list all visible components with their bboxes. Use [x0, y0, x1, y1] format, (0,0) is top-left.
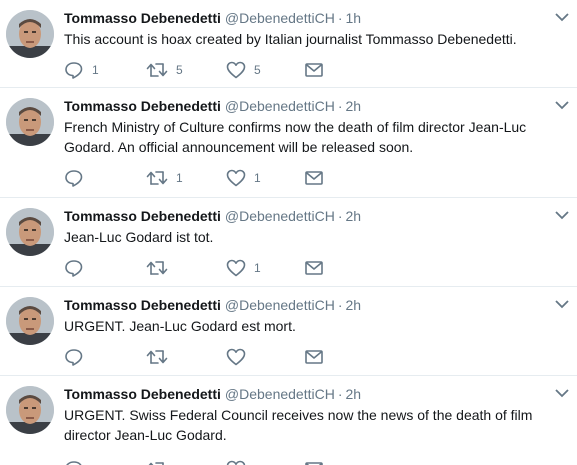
- tweet-actions: [64, 347, 364, 367]
- tweet-actions: 1: [64, 258, 364, 278]
- timestamp[interactable]: 2h: [346, 386, 362, 402]
- direct-message-button[interactable]: [305, 347, 323, 367]
- like-count: 1: [254, 261, 261, 275]
- like-button[interactable]: 1: [226, 258, 261, 278]
- tweet-text: This account is hoax created by Italian …: [64, 31, 517, 47]
- author-name[interactable]: Tommasso Debenedetti: [64, 208, 221, 224]
- like-count: 1: [254, 171, 261, 185]
- author-handle[interactable]: @DebenedettiCH: [225, 10, 335, 26]
- like-button[interactable]: 1: [226, 168, 261, 188]
- chevron-down-icon[interactable]: [555, 388, 569, 398]
- tweet-header: Tommasso Debenedetti @DebenedettiCH · 2h: [64, 385, 361, 403]
- retweet-icon: [146, 261, 168, 275]
- retweet-icon: [148, 462, 164, 465]
- tweet-actions: [64, 459, 364, 465]
- avatar[interactable]: [6, 208, 54, 256]
- retweet-button[interactable]: 1: [146, 168, 183, 188]
- chevron-down-icon[interactable]: [555, 299, 569, 309]
- tweet-text: URGENT. Swiss Federal Council receives n…: [64, 407, 533, 443]
- chevron-down-icon[interactable]: [555, 210, 569, 220]
- author-name[interactable]: Tommasso Debenedetti: [64, 386, 221, 402]
- reply-icon: [65, 260, 83, 277]
- avatar[interactable]: [6, 98, 54, 146]
- separator-dot: ·: [337, 98, 343, 114]
- tweet-actions: 1 1: [64, 168, 364, 188]
- envelope-icon: [305, 171, 323, 185]
- reply-button[interactable]: [64, 168, 92, 188]
- tweet[interactable]: Tommasso Debenedetti @DebenedettiCH · 2h Fr…: [0, 88, 577, 198]
- author-handle[interactable]: @DebenedettiCH: [225, 208, 335, 224]
- avatar[interactable]: [6, 10, 54, 58]
- like-count: 5: [254, 63, 261, 77]
- heart-icon: [226, 348, 246, 366]
- author-handle[interactable]: @DebenedettiCH: [225, 386, 335, 402]
- tweet-actions: 1 5 5: [64, 60, 364, 80]
- retweet-button[interactable]: [146, 459, 176, 465]
- retweet-button[interactable]: [146, 347, 176, 367]
- retweet-count: 1: [176, 171, 183, 185]
- tweet-timeline: Tommasso Debenedetti @DebenedettiCH · 1h Th…: [0, 0, 577, 465]
- retweet-button[interactable]: 5: [146, 60, 183, 80]
- timestamp[interactable]: 2h: [346, 208, 362, 224]
- retweet-count: 5: [176, 63, 183, 77]
- timestamp[interactable]: 1h: [346, 10, 362, 26]
- tweet[interactable]: Tommasso Debenedetti @DebenedettiCH · 1h Th…: [0, 0, 577, 88]
- reply-icon: [65, 62, 83, 79]
- reply-icon: [65, 170, 83, 187]
- author-handle[interactable]: @DebenedettiCH: [225, 98, 335, 114]
- author-handle[interactable]: @DebenedettiCH: [225, 297, 335, 313]
- separator-dot: ·: [337, 10, 343, 26]
- retweet-button[interactable]: [146, 258, 176, 278]
- tweet-header: Tommasso Debenedetti @DebenedettiCH · 2h: [64, 207, 361, 225]
- envelope-icon: [305, 63, 323, 77]
- reply-button[interactable]: 1: [64, 60, 99, 80]
- avatar[interactable]: [6, 386, 54, 434]
- reply-button[interactable]: [64, 258, 92, 278]
- author-name[interactable]: Tommasso Debenedetti: [64, 98, 221, 114]
- retweet-icon: [146, 350, 168, 364]
- like-button[interactable]: [226, 459, 254, 465]
- direct-message-button[interactable]: [305, 168, 323, 188]
- author-name[interactable]: Tommasso Debenedetti: [64, 10, 221, 26]
- envelope-icon: [305, 350, 323, 364]
- reply-icon: [66, 461, 82, 465]
- separator-dot: ·: [337, 386, 343, 402]
- like-button[interactable]: [226, 347, 254, 367]
- reply-button[interactable]: [64, 459, 92, 465]
- timestamp[interactable]: 2h: [346, 297, 362, 313]
- tweet[interactable]: Tommasso Debenedetti @DebenedettiCH · 2h Je…: [0, 198, 577, 287]
- direct-message-button[interactable]: [305, 258, 323, 278]
- tweet[interactable]: Tommasso Debenedetti @DebenedettiCH · 2h UR…: [0, 287, 577, 376]
- chevron-down-icon[interactable]: [555, 100, 569, 110]
- separator-dot: ·: [337, 297, 343, 313]
- tweet-header: Tommasso Debenedetti @DebenedettiCH · 2h: [64, 296, 361, 314]
- heart-icon: [226, 169, 246, 187]
- heart-icon: [226, 460, 246, 465]
- timestamp[interactable]: 2h: [346, 98, 362, 114]
- heart-icon: [226, 259, 246, 277]
- direct-message-button[interactable]: [305, 60, 323, 80]
- tweet-header: Tommasso Debenedetti @DebenedettiCH · 2h: [64, 97, 361, 115]
- avatar[interactable]: [6, 297, 54, 345]
- tweet-text: URGENT. Jean-Luc Godard est mort.: [64, 318, 296, 334]
- tweet[interactable]: Tommasso Debenedetti @DebenedettiCH · 2h UR…: [0, 376, 577, 465]
- reply-icon: [65, 349, 83, 366]
- tweet-header: Tommasso Debenedetti @DebenedettiCH · 1h: [64, 9, 361, 27]
- retweet-icon: [146, 171, 168, 185]
- tweet-text: Jean-Luc Godard ist tot.: [64, 229, 214, 245]
- retweet-icon: [146, 63, 168, 77]
- chevron-down-icon[interactable]: [555, 12, 569, 22]
- tweet-text: French Ministry of Culture confirms now …: [64, 119, 527, 155]
- direct-message-button[interactable]: [305, 459, 323, 465]
- reply-button[interactable]: [64, 347, 92, 367]
- like-button[interactable]: 5: [226, 60, 261, 80]
- separator-dot: ·: [337, 208, 343, 224]
- heart-icon: [226, 61, 246, 79]
- reply-count: 1: [92, 63, 99, 77]
- envelope-icon: [305, 261, 323, 275]
- author-name[interactable]: Tommasso Debenedetti: [64, 297, 221, 313]
